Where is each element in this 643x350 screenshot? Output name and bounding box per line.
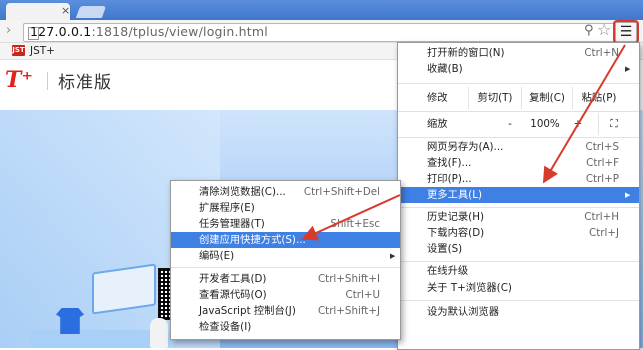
menu-item-label: 开发者工具(D) (199, 273, 267, 285)
menu-item-shortcut: Ctrl+J (589, 227, 619, 239)
menu-item-label: 收藏(B) (427, 63, 463, 75)
menu-item-label: 任务管理器(T) (199, 218, 265, 230)
menu-item-save-as[interactable]: 网页另存为(A)... Ctrl+S (398, 139, 639, 155)
menu-item-encoding[interactable]: 编码(E) ▶ (171, 248, 400, 264)
menu-item-task-manager[interactable]: 任务管理器(T) Shift+Esc (171, 216, 400, 232)
url-path: :1818/tplus/view/login.html (91, 24, 268, 39)
more-tools-submenu: 清除浏览数据(C)... Ctrl+Shift+Del 扩展程序(E) 任务管理… (170, 180, 401, 340)
edition-label: 标准版 (58, 73, 112, 93)
menu-item-dev-tools[interactable]: 开发者工具(D) Ctrl+Shift+I (171, 271, 400, 287)
menu-item-label: 历史记录(H) (427, 211, 484, 223)
menu-item-more-tools[interactable]: 更多工具(L) ▶ (398, 187, 639, 203)
menu-item-inspect-devices[interactable]: 检查设备(I) (171, 319, 400, 335)
copy-button[interactable]: 复制(C) (521, 87, 572, 109)
menu-item-print[interactable]: 打印(P)... Ctrl+P (398, 171, 639, 187)
menu-item-shortcut: Ctrl+Shift+Del (303, 186, 380, 198)
menu-item-label: 设置(S) (427, 243, 463, 255)
menu-separator (171, 267, 400, 268)
tab-close-button[interactable]: × (61, 4, 70, 17)
menu-separator (398, 83, 639, 84)
menu-item-about[interactable]: 关于 T+浏览器(C) (398, 280, 639, 296)
menu-item-default-browser[interactable]: 设为默认浏览器 (398, 304, 639, 320)
menu-item-label: 设为默认浏览器 (427, 306, 500, 318)
menu-item-label: 网页另存为(A)... (427, 141, 504, 153)
menu-item-settings[interactable]: 设置(S) (398, 241, 639, 257)
menu-item-label: 打印(P)... (427, 173, 472, 185)
menu-item-label: 检查设备(I) (199, 321, 252, 333)
menu-separator (398, 137, 639, 138)
menu-separator (398, 207, 639, 208)
menu-separator (398, 261, 639, 262)
zoom-in-button[interactable]: + (568, 113, 588, 135)
tplus-logo: T⁺ (5, 67, 33, 93)
url-host: 127.0.0.1 (30, 24, 92, 39)
menu-item-new-window[interactable]: 打开新的窗口(N) Ctrl+N (398, 45, 639, 61)
menu-separator (398, 111, 639, 112)
menu-item-view-source[interactable]: 查看源代码(O) Ctrl+U (171, 287, 400, 303)
menu-item-shortcut: Ctrl+P (585, 173, 619, 185)
menu-item-shortcut: Ctrl+S (585, 141, 620, 153)
menu-item-shortcut: Ctrl+N (584, 47, 619, 59)
menu-item-label: 修改 (427, 92, 448, 104)
zoom-out-button[interactable]: - (498, 113, 522, 135)
menu-item-label: 打开新的窗口(N) (427, 47, 505, 59)
menu-item-label: 查找(F)... (427, 157, 472, 169)
browser-main-menu: 打开新的窗口(N) Ctrl+N 收藏(B) ▶ 修改 剪切(T) 复制(C) … (397, 42, 640, 350)
menu-item-upgrade[interactable]: 在线升级 (398, 263, 639, 279)
menu-separator (398, 300, 639, 301)
zoom-value: 100% (530, 118, 560, 130)
wrench-icon[interactable]: ⚲ (584, 23, 594, 38)
menu-item-label: 关于 T+浏览器(C) (427, 282, 512, 294)
menu-item-shortcut: Ctrl+U (345, 289, 381, 301)
menu-item-extensions[interactable]: 扩展程序(E) (171, 200, 400, 216)
illustration-board (92, 263, 156, 315)
menu-item-label: 缩放 (427, 118, 448, 130)
illustration-base (30, 330, 170, 348)
menu-item-label: 编码(E) (199, 250, 235, 262)
hamburger-menu-icon[interactable]: ☰ (615, 22, 637, 42)
bookmark-jst[interactable]: JST+ (30, 44, 55, 58)
bookmark-favicon-icon: JST (12, 45, 25, 56)
menu-item-history[interactable]: 历史记录(H) Ctrl+H (398, 209, 639, 225)
menu-item-bookmarks[interactable]: 收藏(B) ▶ (398, 61, 639, 77)
menu-item-label: 查看源代码(O) (199, 289, 267, 301)
logo-divider (47, 72, 48, 90)
menu-item-js-console[interactable]: JavaScript 控制台(J) Ctrl+Shift+J (171, 303, 400, 319)
menu-item-label: 扩展程序(E) (199, 202, 255, 214)
menu-item-label: 更多工具(L) (427, 189, 482, 201)
submenu-arrow-icon: ▶ (390, 252, 396, 260)
menu-item-label: JavaScript 控制台(J) (199, 305, 296, 317)
tab-active[interactable]: × (6, 3, 70, 20)
menu-item-create-shortcut[interactable]: 创建应用快捷方式(S)... (171, 232, 400, 248)
menu-item-shortcut: Ctrl+F (586, 157, 619, 169)
menu-item-label: 清除浏览数据(C)... (199, 186, 286, 198)
new-tab-button[interactable] (75, 6, 107, 18)
menu-item-shortcut: Ctrl+Shift+I (317, 273, 380, 285)
cut-button[interactable]: 剪切(T) (468, 87, 521, 109)
menu-item-shortcut: Ctrl+Shift+J (317, 305, 380, 317)
submenu-arrow-icon: ▶ (625, 65, 631, 73)
paste-button[interactable]: 粘贴(P) (572, 87, 625, 109)
menu-item-shortcut: Ctrl+H (584, 211, 619, 223)
fullscreen-icon[interactable]: ⛶ (598, 113, 629, 135)
menu-item-label: 下载内容(D) (427, 227, 485, 239)
star-icon[interactable]: ☆ (597, 20, 611, 39)
submenu-arrow-icon: ▶ (625, 191, 631, 199)
illustration-person (150, 318, 168, 348)
menu-item-find[interactable]: 查找(F)... Ctrl+F (398, 155, 639, 171)
menu-item-label: 创建应用快捷方式(S)... (199, 234, 306, 246)
menu-item-shortcut: Shift+Esc (330, 218, 380, 230)
forward-icon[interactable]: › (6, 24, 20, 38)
menu-item-clear-data[interactable]: 清除浏览数据(C)... Ctrl+Shift+Del (171, 184, 400, 200)
menu-item-downloads[interactable]: 下载内容(D) Ctrl+J (398, 225, 639, 241)
menu-item-label: 在线升级 (427, 265, 469, 277)
url-text[interactable]: 127.0.0.1:1818/tplus/view/login.html (30, 24, 268, 40)
